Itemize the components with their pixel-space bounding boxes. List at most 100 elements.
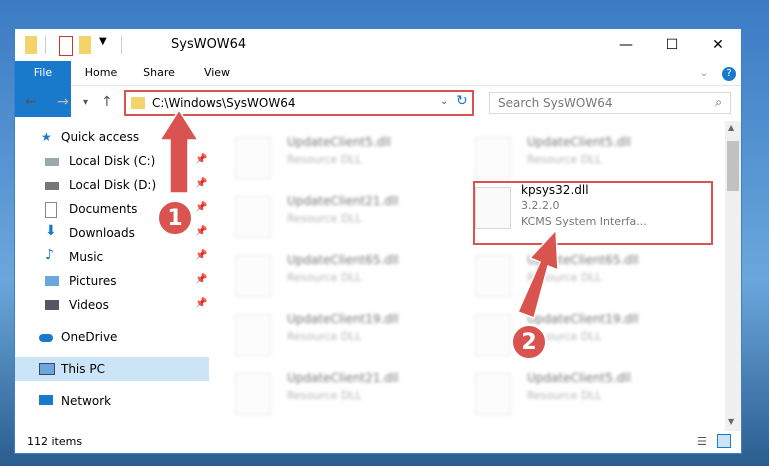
cloud-icon [39,334,53,342]
search-input[interactable]: Search SysWOW64 ⌕ [489,92,731,114]
folder-icon [25,36,37,54]
sidebar-item-label: Downloads [69,226,135,240]
navigation-pane: ★ Quick access Local Disk (C:) 📌 Local D… [15,121,209,431]
properties-icon[interactable] [59,36,73,56]
drive-icon [45,158,59,166]
address-bar[interactable]: C:\Windows\SysWOW64 ⌄ ↻ [124,90,474,116]
gear-icon [475,255,511,297]
sidebar-item-local-disk-c[interactable]: Local Disk (C:) 📌 [15,149,209,173]
window-title: SysWOW64 [171,37,247,52]
pin-icon: 📌 [195,274,208,285]
scroll-thumb[interactable] [727,141,739,191]
refresh-icon[interactable]: ↻ [456,93,468,109]
list-item[interactable]: UpdateClient5.dll Resource DLL [455,363,685,419]
sidebar-item-local-disk-d[interactable]: Local Disk (D:) 📌 [15,173,209,197]
sidebar-item-this-pc[interactable]: This PC [15,357,209,381]
gear-icon [475,373,511,415]
callout-2: 2 [511,324,547,360]
file-description: Resource DLL [287,212,362,225]
recent-chevron-icon[interactable]: ▾ [83,97,88,108]
sidebar-item-label: Pictures [69,274,117,288]
vertical-scrollbar[interactable]: ▲ ▼ [725,121,741,431]
list-item[interactable]: UpdateClient65.dll Resource DLL [455,245,685,301]
new-folder-icon[interactable] [79,36,91,54]
maximize-button[interactable]: ☐ [649,29,695,61]
file-name: UpdateClient21.dll [287,371,399,385]
search-icon: ⌕ [715,95,722,109]
gear-icon [475,137,511,179]
file-name: UpdateClient65.dll [287,253,399,267]
videos-icon [45,300,59,310]
ribbon-tabs: File Home Share View ⌄ ? [15,61,741,117]
file-name: UpdateClient5.dll [527,371,631,385]
sidebar-item-network[interactable]: Network [15,389,209,413]
list-item[interactable]: UpdateClient19.dll Resource DLL [455,304,685,360]
network-icon [39,395,53,405]
file-name: UpdateClient19.dll [287,312,399,326]
close-button[interactable]: ✕ [695,29,741,61]
list-item[interactable]: UpdateClient5.dll Resource DLL [455,127,685,183]
list-item[interactable]: UpdateClient65.dll Resource DLL [215,245,445,301]
file-description: Resource DLL [287,271,362,284]
separator [121,36,122,54]
search-placeholder: Search SysWOW64 [498,96,613,110]
file-name: UpdateClient19.dll [527,312,639,326]
sidebar-item-videos[interactable]: Videos 📌 [15,293,209,317]
details-view-icon[interactable]: ☰ [697,435,707,448]
gear-icon [235,137,271,179]
pin-icon: 📌 [195,250,208,261]
tiles-view-icon[interactable] [717,434,731,448]
forward-arrow-icon[interactable]: → [57,94,69,110]
expand-ribbon-icon[interactable]: ⌄ [695,61,713,85]
sidebar-item-quick-access[interactable]: ★ Quick access [15,125,209,149]
item-count: 112 items [27,435,83,448]
sidebar-item-label: This PC [61,362,105,376]
explorer-window: ▼ SysWOW64 — ☐ ✕ File Home Share View ⌄ … [14,28,742,454]
gear-icon [235,196,271,238]
sidebar-item-label: Music [69,250,104,264]
sidebar-item-label: Videos [69,298,109,312]
separator [45,36,46,54]
list-item[interactable]: UpdateClient19.dll Resource DLL [215,304,445,360]
pin-icon: 📌 [195,202,208,213]
file-name: UpdateClient5.dll [527,135,631,149]
address-dropdown-icon[interactable]: ⌄ [440,96,448,107]
gear-icon [235,255,271,297]
sidebar-item-onedrive[interactable]: OneDrive [15,325,209,349]
file-name: UpdateClient5.dll [287,135,391,149]
gear-icon [235,373,271,415]
tab-share[interactable]: Share [137,61,181,85]
help-icon[interactable]: ? [721,61,737,85]
title-bar: ▼ SysWOW64 — ☐ ✕ [15,29,741,61]
file-description: Resource DLL [527,389,602,402]
gear-icon [235,314,271,356]
customize-icon[interactable]: ▼ [99,36,115,54]
list-item[interactable]: UpdateClient21.dll Resource DLL [215,363,445,419]
sidebar-item-label: Local Disk (C:) [69,154,156,168]
file-name: UpdateClient21.dll [287,194,399,208]
pin-icon: 📌 [195,226,208,237]
sidebar-item-pictures[interactable]: Pictures 📌 [15,269,209,293]
scroll-down-icon[interactable]: ▼ [728,417,734,426]
pin-icon: 📌 [195,298,208,309]
list-item[interactable]: UpdateClient5.dll Resource DLL [215,127,445,183]
status-bar: 112 items ☰ [15,431,741,453]
file-list: UpdateClient5.dll Resource DLL UpdateCli… [211,121,725,431]
back-arrow-icon[interactable]: ← [25,94,37,110]
sidebar-item-music[interactable]: ♪ Music 📌 [15,245,209,269]
minimize-button[interactable]: — [603,29,649,61]
scroll-up-icon[interactable]: ▲ [728,123,734,132]
up-arrow-icon[interactable]: ↑ [101,94,113,110]
sidebar-item-label: Network [61,394,112,408]
file-description: Resource DLL [287,153,362,166]
highlight-box-file [473,181,713,245]
list-item[interactable]: UpdateClient21.dll Resource DLL [215,186,445,242]
pictures-icon [45,276,59,286]
sidebar-item-label: Quick access [61,130,140,144]
music-icon: ♪ [45,247,54,263]
address-path: C:\Windows\SysWOW64 [152,96,296,110]
tab-view[interactable]: View [195,61,239,85]
download-icon: ⬇ [45,223,57,239]
gear-icon [475,314,511,356]
tab-home[interactable]: Home [79,61,123,85]
